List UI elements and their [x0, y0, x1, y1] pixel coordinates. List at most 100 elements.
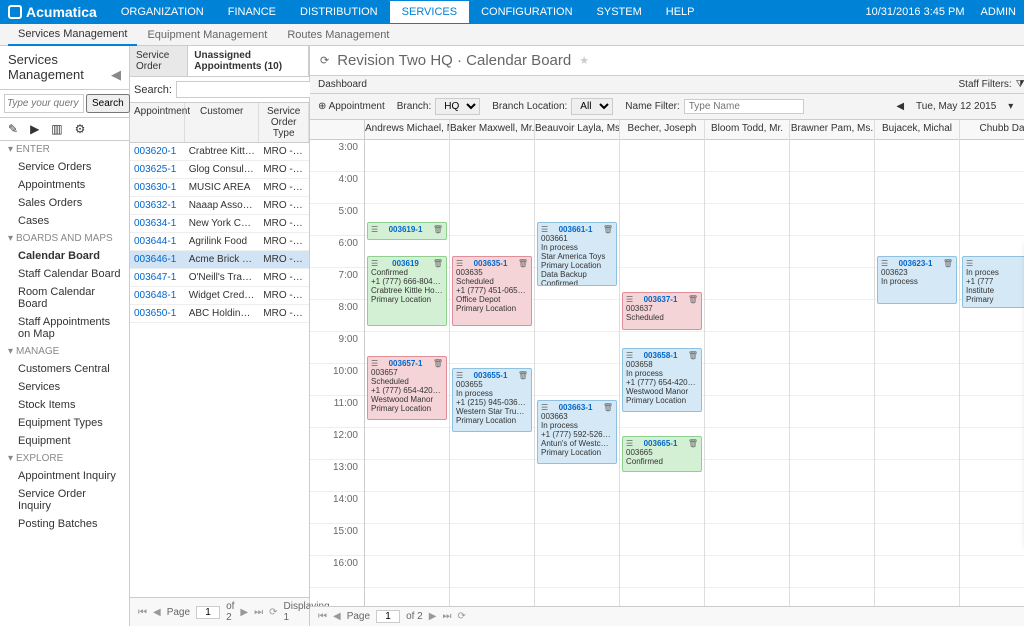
sidebar-section-header[interactable]: ▾MANAGE	[0, 343, 129, 360]
sidebar-item[interactable]: Appointment Inquiry	[0, 467, 129, 485]
page-last-icon[interactable]: ⏭	[254, 607, 263, 618]
pencil-icon[interactable]: ✎	[8, 122, 18, 136]
sidebar-item[interactable]: Appointments	[0, 176, 129, 194]
calendar-event[interactable]: ☰003623-1🗑003623In process	[877, 256, 957, 304]
gear-icon[interactable]: ⚙	[75, 122, 86, 136]
staff-header[interactable]: Chubb Da	[960, 120, 1024, 140]
calendar-event[interactable]: ☰🗑In proces+1 (777InstitutePrimary	[962, 256, 1024, 308]
refresh-icon[interactable]: ⟳	[320, 54, 329, 67]
branch-select[interactable]: HQ	[435, 98, 480, 115]
sidebar-item[interactable]: Service Order Inquiry	[0, 485, 129, 515]
appt-row[interactable]: 003644-1Agrilink FoodMRO - Mainte...	[130, 233, 309, 251]
topnav-distribution[interactable]: DISTRIBUTION	[288, 1, 390, 23]
calendar-event[interactable]: ☰003657-1🗑003657Scheduled+1 (777) 654-42…	[367, 356, 447, 420]
calendar-event[interactable]: ☰003637-1🗑003637Scheduled	[622, 292, 702, 330]
sidebar-section-header[interactable]: ▾ENTER	[0, 141, 129, 158]
appt-row[interactable]: 003646-1Acme Brick Co...MRO - Mainte...	[130, 251, 309, 269]
staff-header[interactable]: Bloom Todd, Mr.	[705, 120, 789, 140]
col-appointment[interactable]: Appointment	[130, 103, 185, 142]
sidebar-search-button[interactable]: Search	[86, 94, 130, 113]
dashboard-label[interactable]: Dashboard	[318, 79, 367, 90]
staff-header[interactable]: Baker Maxwell, Mr.	[450, 120, 534, 140]
staff-header[interactable]: Bujacek, Michal	[875, 120, 959, 140]
sidebar-item[interactable]: Stock Items	[0, 396, 129, 414]
appt-row[interactable]: 003647-1O'Neill's TradingMRO - Mainte...	[130, 269, 309, 287]
calendar-event[interactable]: ☰003658-1🗑003658In process+1 (777) 654-4…	[622, 348, 702, 412]
sidebar-item[interactable]: Service Orders	[0, 158, 129, 176]
calendar-event[interactable]: ☰003663-1🗑003663In process+1 (777) 592-5…	[537, 400, 617, 464]
sidebar-item[interactable]: Staff Appointments on Map	[0, 313, 129, 343]
user-label[interactable]: ADMIN	[981, 6, 1016, 18]
calendar-event[interactable]: ☰003665-1🗑003665Confirmed	[622, 436, 702, 472]
chart-icon[interactable]: ▥	[51, 122, 62, 136]
date-dropdown-icon[interactable]: ▾	[1004, 101, 1017, 112]
filter-funnel-icon[interactable]: ⧩	[1016, 79, 1024, 90]
sidebar-item[interactable]: Equipment	[0, 432, 129, 450]
sidebar-section-header[interactable]: ▾BOARDS AND MAPS	[0, 230, 129, 247]
appt-row[interactable]: 003632-1Naaap Associ...MRO - Mainte...	[130, 197, 309, 215]
calendar-event[interactable]: ☰003619-1🗑	[367, 222, 447, 240]
sidebar-item[interactable]: Calendar Board	[0, 247, 129, 265]
appt-row[interactable]: 003620-1Crabtree Kittle...MRO - Mainte..…	[130, 143, 309, 161]
page-next-icon[interactable]: ▶	[240, 607, 248, 618]
calendar-event[interactable]: ☰003661-1🗑003661In processStar America T…	[537, 222, 617, 286]
calendar-event[interactable]: ☰003619🗑Confirmed+1 (777) 666-8044 ...Cr…	[367, 256, 447, 326]
topnav-finance[interactable]: FINANCE	[216, 1, 288, 23]
appt-row[interactable]: 003625-1Glog ConsultingMRO - Mainte...	[130, 161, 309, 179]
topnav-help[interactable]: HELP	[654, 1, 707, 23]
calendar-event[interactable]: ☰003635-1🗑003635Scheduled+1 (777) 451-06…	[452, 256, 532, 326]
appt-row[interactable]: 003630-1MUSIC AREAMRO - Mainte...	[130, 179, 309, 197]
staff-header[interactable]: Beauvoir Layla, Ms.	[535, 120, 619, 140]
sidebar-item[interactable]: Staff Calendar Board	[0, 265, 129, 283]
appt-search-input[interactable]	[176, 81, 314, 98]
sidebar-item[interactable]: Room Calendar Board	[0, 283, 129, 313]
appt-row[interactable]: 003650-1ABC Holdings ...MRO - Mainte...	[130, 305, 309, 323]
sidebar-item[interactable]: Equipment Types	[0, 414, 129, 432]
sidebar-search-input[interactable]	[4, 94, 84, 113]
page-first-icon[interactable]: ⏮	[138, 607, 147, 618]
calendar-columns[interactable]: Andrews Michael, Mr. ☰003619-1🗑 ☰003619🗑Co…	[365, 120, 1024, 606]
staff-header[interactable]: Becher, Joseph	[620, 120, 704, 140]
date-prev-icon[interactable]: ◀	[892, 101, 908, 112]
new-appointment-button[interactable]: ⊕ Appointment	[318, 101, 385, 112]
logo[interactable]: Acumatica	[8, 4, 97, 20]
page-first-icon[interactable]: ⏮	[318, 611, 327, 622]
subnav-item[interactable]: Routes Management	[277, 25, 399, 45]
page-prev-icon[interactable]: ◀	[333, 611, 341, 622]
appt-row[interactable]: 003648-1Widget Credit ...MRO - Mainte...	[130, 287, 309, 305]
topnav-configuration[interactable]: CONFIGURATION	[469, 1, 584, 23]
appt-tab[interactable]: Service Order	[130, 46, 188, 76]
sidebar-item[interactable]: Customers Central	[0, 360, 129, 378]
appt-row[interactable]: 003634-1New York CaresMRO - Mainte...	[130, 215, 309, 233]
refresh-icon[interactable]: ⟳	[457, 611, 465, 622]
page-next-icon[interactable]: ▶	[429, 611, 437, 622]
subnav-item[interactable]: Services Management	[8, 24, 137, 46]
chevron-left-icon[interactable]: ◀	[111, 67, 121, 83]
appt-tab[interactable]: Unassigned Appointments (10)	[188, 46, 309, 76]
star-icon[interactable]: ★	[579, 54, 589, 67]
refresh-icon[interactable]: ⟳	[269, 607, 277, 618]
page-input[interactable]	[196, 606, 220, 619]
page-input[interactable]	[376, 610, 400, 623]
play-icon[interactable]: ▶	[30, 122, 39, 136]
topnav-system[interactable]: SYSTEM	[585, 1, 654, 23]
topnav-organization[interactable]: ORGANIZATION	[109, 1, 216, 23]
topnav-services[interactable]: SERVICES	[390, 1, 469, 23]
sidebar-section-header[interactable]: ▾EXPLORE	[0, 450, 129, 467]
sidebar-item[interactable]: Cases	[0, 212, 129, 230]
location-select[interactable]: All	[571, 98, 613, 115]
page-last-icon[interactable]: ⏭	[442, 611, 451, 622]
sidebar-item[interactable]: Posting Batches	[0, 515, 129, 533]
name-filter-input[interactable]	[684, 99, 804, 114]
page-prev-icon[interactable]: ◀	[153, 607, 161, 618]
subnav-item[interactable]: Equipment Management	[137, 25, 277, 45]
current-date[interactable]: Tue, May 12 2015	[912, 101, 1000, 112]
staff-header[interactable]: Andrews Michael, Mr.	[365, 120, 449, 140]
col-type[interactable]: Service Order Type	[259, 103, 309, 142]
calendar-event[interactable]: ☰003655-1🗑003655In process+1 (215) 945-0…	[452, 368, 532, 432]
staff-header[interactable]: Brawner Pam, Ms.	[790, 120, 874, 140]
col-customer[interactable]: Customer	[185, 103, 259, 142]
calendar-pager: ⏮ ◀ Page of 2 ▶ ⏭ ⟳	[310, 606, 1024, 626]
sidebar-item[interactable]: Sales Orders	[0, 194, 129, 212]
sidebar-item[interactable]: Services	[0, 378, 129, 396]
